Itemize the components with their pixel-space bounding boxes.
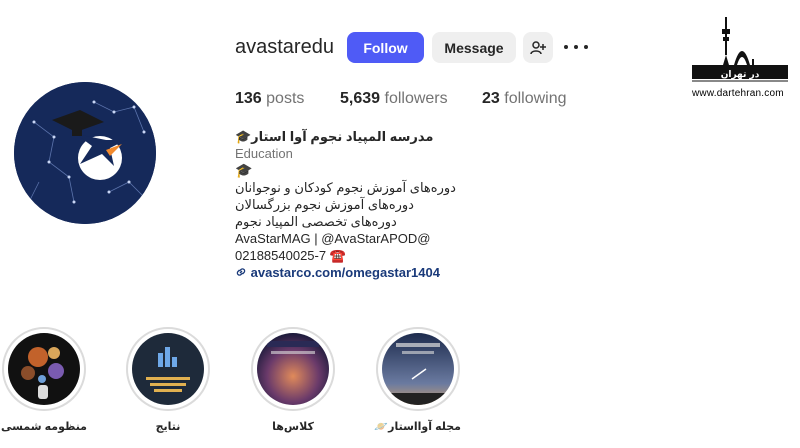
highlight-cover-magazine: [382, 333, 454, 405]
profile-bio: مدرسه المپیاد نجوم آوا استار🎓 Education …: [235, 128, 495, 281]
bio-line-3: دوره‌های تخصصی المپیاد نجوم: [235, 214, 397, 229]
bio-link-row[interactable]: avastarco.com/omegastar1404: [235, 264, 495, 281]
bio-emoji-line: 🎓: [235, 162, 253, 178]
followers-stat[interactable]: 5,639 followers: [340, 90, 448, 108]
profile-category: Education: [235, 146, 293, 161]
logo-text: در تهران: [721, 70, 760, 80]
bio-line-2: دوره‌های آموزش نجوم بزرگسالان: [235, 197, 414, 212]
highlight-results[interactable]: نتایج: [125, 327, 211, 433]
profile-full-name: مدرسه المپیاد نجوم آوا استار🎓: [235, 129, 434, 144]
avastar-logo-icon: [14, 82, 156, 224]
person-add-icon: [530, 40, 546, 54]
highlight-cover-solar-system: [8, 333, 80, 405]
link-icon: [236, 268, 246, 276]
posts-count: 136: [235, 90, 262, 107]
suggest-accounts-button[interactable]: [523, 32, 553, 63]
follow-button[interactable]: Follow: [347, 32, 424, 63]
highlight-cover-results: [132, 333, 204, 405]
followers-count: 5,639: [340, 90, 381, 107]
dartehran-url: www.dartehran.com: [692, 88, 784, 99]
bio-phone: 02188540025-7 ☎️: [235, 248, 346, 263]
highlight-label: مجله آوااستار🪐: [374, 421, 461, 433]
highlight-cover-classes: [257, 333, 329, 405]
highlight-label: نتایج: [155, 421, 181, 433]
profile-avatar[interactable]: [14, 82, 156, 224]
followers-label: followers: [384, 90, 448, 107]
more-options-icon[interactable]: [564, 39, 588, 55]
bio-link[interactable]: avastarco.com/omegastar1404: [251, 265, 440, 280]
posts-stat: 136 posts: [235, 90, 304, 108]
highlight-classes[interactable]: کلاس‌ها: [250, 327, 336, 433]
tehran-tower-icon: در تهران: [692, 17, 788, 82]
posts-label: posts: [266, 90, 305, 107]
message-button[interactable]: Message: [432, 32, 516, 63]
bio-mentions[interactable]: AvaStarMAG | @AvaStarAPOD@: [235, 230, 495, 247]
highlight-magazine[interactable]: مجله آوااستار🪐: [374, 327, 461, 433]
highlight-label: منظومه شمسی🪐: [0, 421, 87, 433]
bio-line-1: دوره‌های آموزش نجوم کودکان و نوجوانان: [235, 180, 456, 195]
highlight-label: کلاس‌ها: [272, 421, 314, 433]
following-count: 23: [482, 90, 500, 107]
profile-username: avastaredu: [235, 36, 334, 58]
following-stat[interactable]: 23 following: [482, 90, 567, 108]
following-label: following: [504, 90, 567, 107]
highlight-solar-system[interactable]: منظومه شمسی🪐: [0, 327, 87, 433]
